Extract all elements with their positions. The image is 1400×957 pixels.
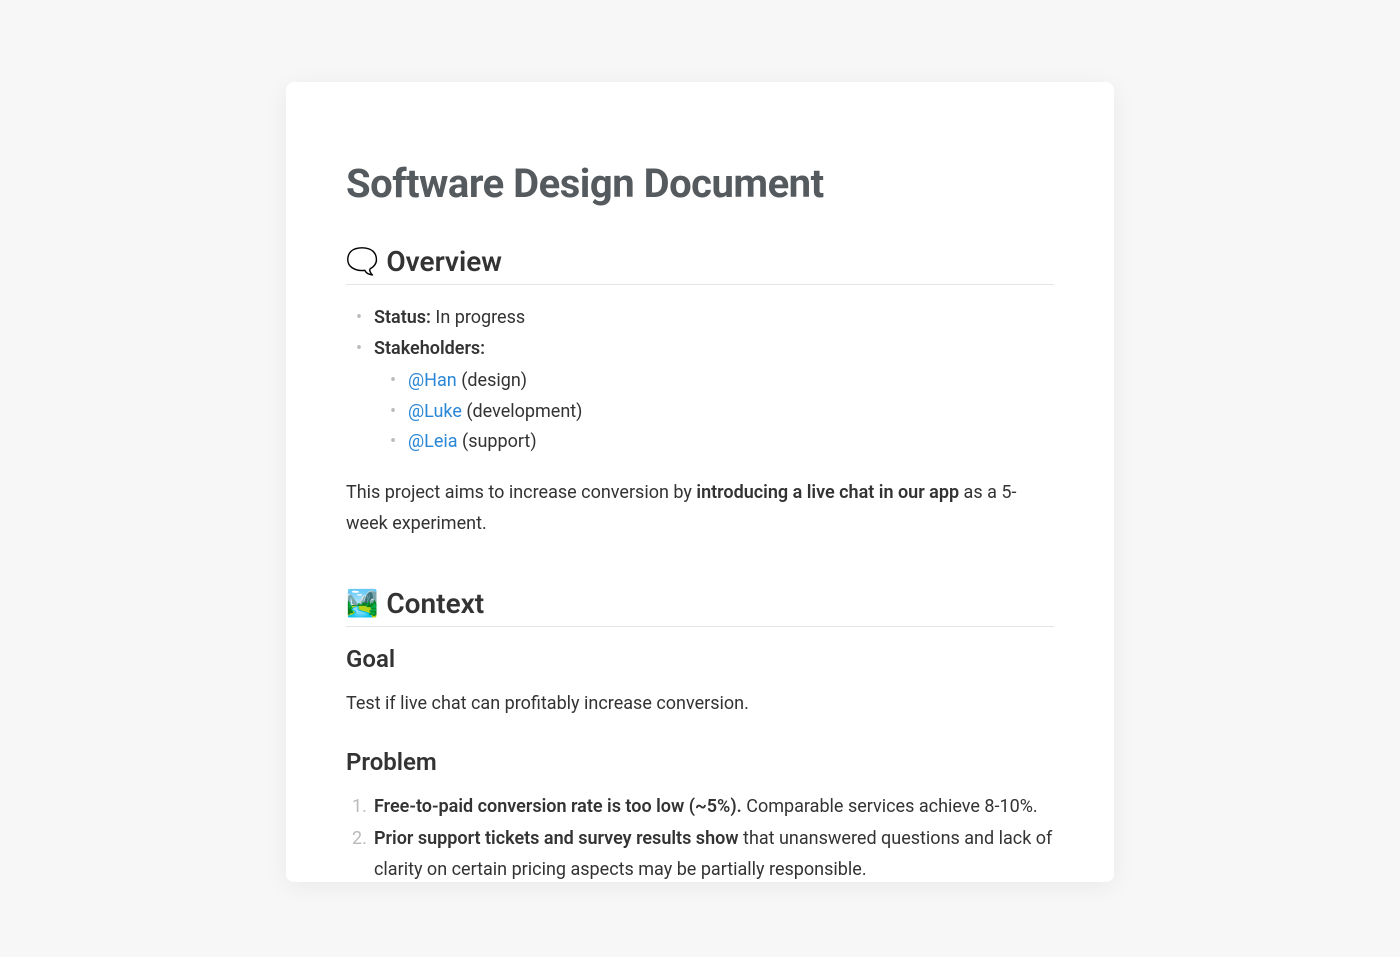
stakeholder-role: (design) — [457, 370, 527, 391]
status-value: In progress — [431, 307, 525, 328]
overview-heading: 🗨️ Overview — [346, 245, 1054, 285]
problem-list: Free-to-paid conversion rate is too low … — [346, 792, 1054, 882]
problem-rest: Comparable services achieve 8-10%. — [742, 796, 1038, 817]
stakeholder-item: @Han (design) — [398, 366, 1054, 397]
problem-item: Prior support tickets and survey results… — [370, 824, 1054, 882]
context-heading: 🏞️ Context — [346, 587, 1054, 627]
document-title: Software Design Document — [346, 160, 1054, 207]
mention-luke[interactable]: @Luke — [408, 401, 462, 422]
stakeholder-role: (development) — [462, 401, 583, 422]
goal-subheading: Goal — [346, 645, 1054, 673]
problem-subheading: Problem — [346, 748, 1054, 776]
overview-heading-text: Overview — [386, 245, 502, 278]
landscape-icon: 🏞️ — [346, 589, 378, 619]
mention-han[interactable]: @Han — [408, 370, 457, 391]
mention-leia[interactable]: @Leia — [408, 431, 458, 452]
overview-summary: This project aims to increase conversion… — [346, 478, 1054, 539]
stakeholder-item: @Luke (development) — [398, 397, 1054, 428]
status-label: Status: — [374, 307, 431, 328]
summary-text-bold: introducing a live chat in our app — [696, 482, 959, 503]
stakeholder-role: (support) — [458, 431, 537, 452]
problem-bold: Prior support tickets and survey results… — [374, 828, 739, 849]
stakeholder-item: @Leia (support) — [398, 427, 1054, 458]
context-section: 🏞️ Context Goal Test if live chat can pr… — [346, 587, 1054, 882]
status-item: Status: In progress — [364, 303, 1054, 334]
stakeholders-label: Stakeholders: — [374, 338, 485, 359]
stakeholders-item: Stakeholders: @Han (design) @Luke (devel… — [364, 334, 1054, 458]
document-card: Software Design Document 🗨️ Overview Sta… — [286, 82, 1114, 882]
context-heading-text: Context — [386, 587, 484, 620]
summary-text-before: This project aims to increase conversion… — [346, 482, 696, 503]
goal-text: Test if live chat can profitably increas… — [346, 689, 1054, 720]
speech-bubble-icon: 🗨️ — [346, 247, 378, 277]
problem-item: Free-to-paid conversion rate is too low … — [370, 792, 1054, 823]
overview-meta-list: Status: In progress Stakeholders: @Han (… — [346, 303, 1054, 458]
problem-bold: Free-to-paid conversion rate is too low … — [374, 796, 742, 817]
stakeholders-list: @Han (design) @Luke (development) @Leia … — [374, 366, 1054, 458]
